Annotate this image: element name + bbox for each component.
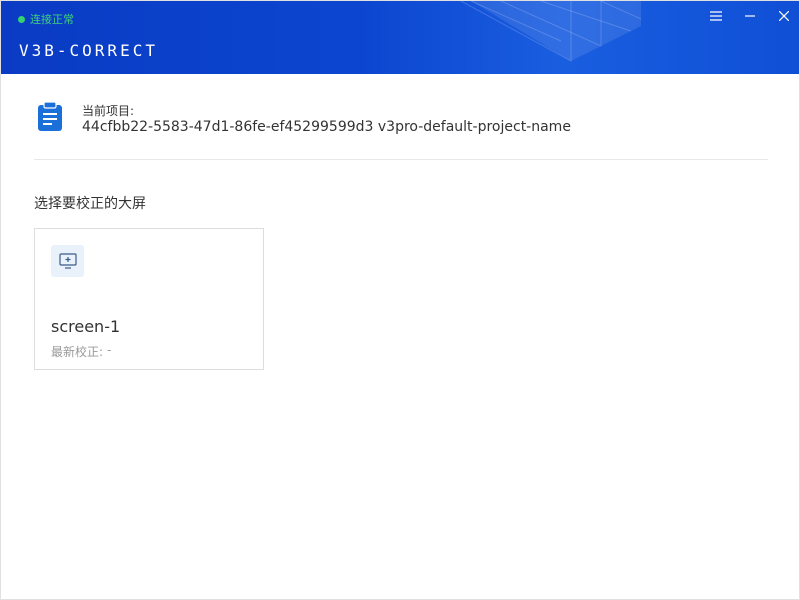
- latest-correction-value: -: [107, 343, 112, 357]
- monitor-icon: [58, 253, 77, 269]
- screen-latest-correction: 最新校正: -: [51, 343, 111, 360]
- latest-correction-label: 最新校正:: [51, 345, 104, 359]
- screen-icon-box: [51, 245, 84, 277]
- project-value: 44cfbb22-5583-47d1-86fe-ef45299599d3 v3p…: [82, 119, 571, 135]
- minimize-button[interactable]: [733, 1, 767, 31]
- status-dot-icon: [18, 15, 25, 23]
- app-window: 连接正常 V3B-CORRECT 当前项目: 44cfbb22-5583-47d…: [0, 0, 800, 600]
- connection-status: 连接正常: [18, 11, 74, 27]
- window-controls: [699, 1, 799, 31]
- current-project: 当前项目: 44cfbb22-5583-47d1-86fe-ef45299599…: [34, 93, 768, 160]
- clipboard-icon: [38, 101, 62, 131]
- minimize-icon: [745, 15, 755, 17]
- close-icon: [779, 11, 789, 21]
- app-title: V3B-CORRECT: [19, 41, 158, 60]
- screen-card[interactable]: screen-1 最新校正: -: [34, 228, 264, 370]
- menu-button[interactable]: [699, 1, 733, 31]
- screen-name: screen-1: [51, 317, 121, 336]
- header-decoration: [460, 1, 642, 62]
- title-bar[interactable]: 连接正常 V3B-CORRECT: [1, 1, 799, 74]
- menu-icon: [710, 11, 722, 21]
- section-title: 选择要校正的大屏: [34, 196, 146, 212]
- status-text: 连接正常: [30, 13, 74, 26]
- project-label: 当前项目:: [82, 104, 135, 118]
- close-button[interactable]: [767, 1, 799, 31]
